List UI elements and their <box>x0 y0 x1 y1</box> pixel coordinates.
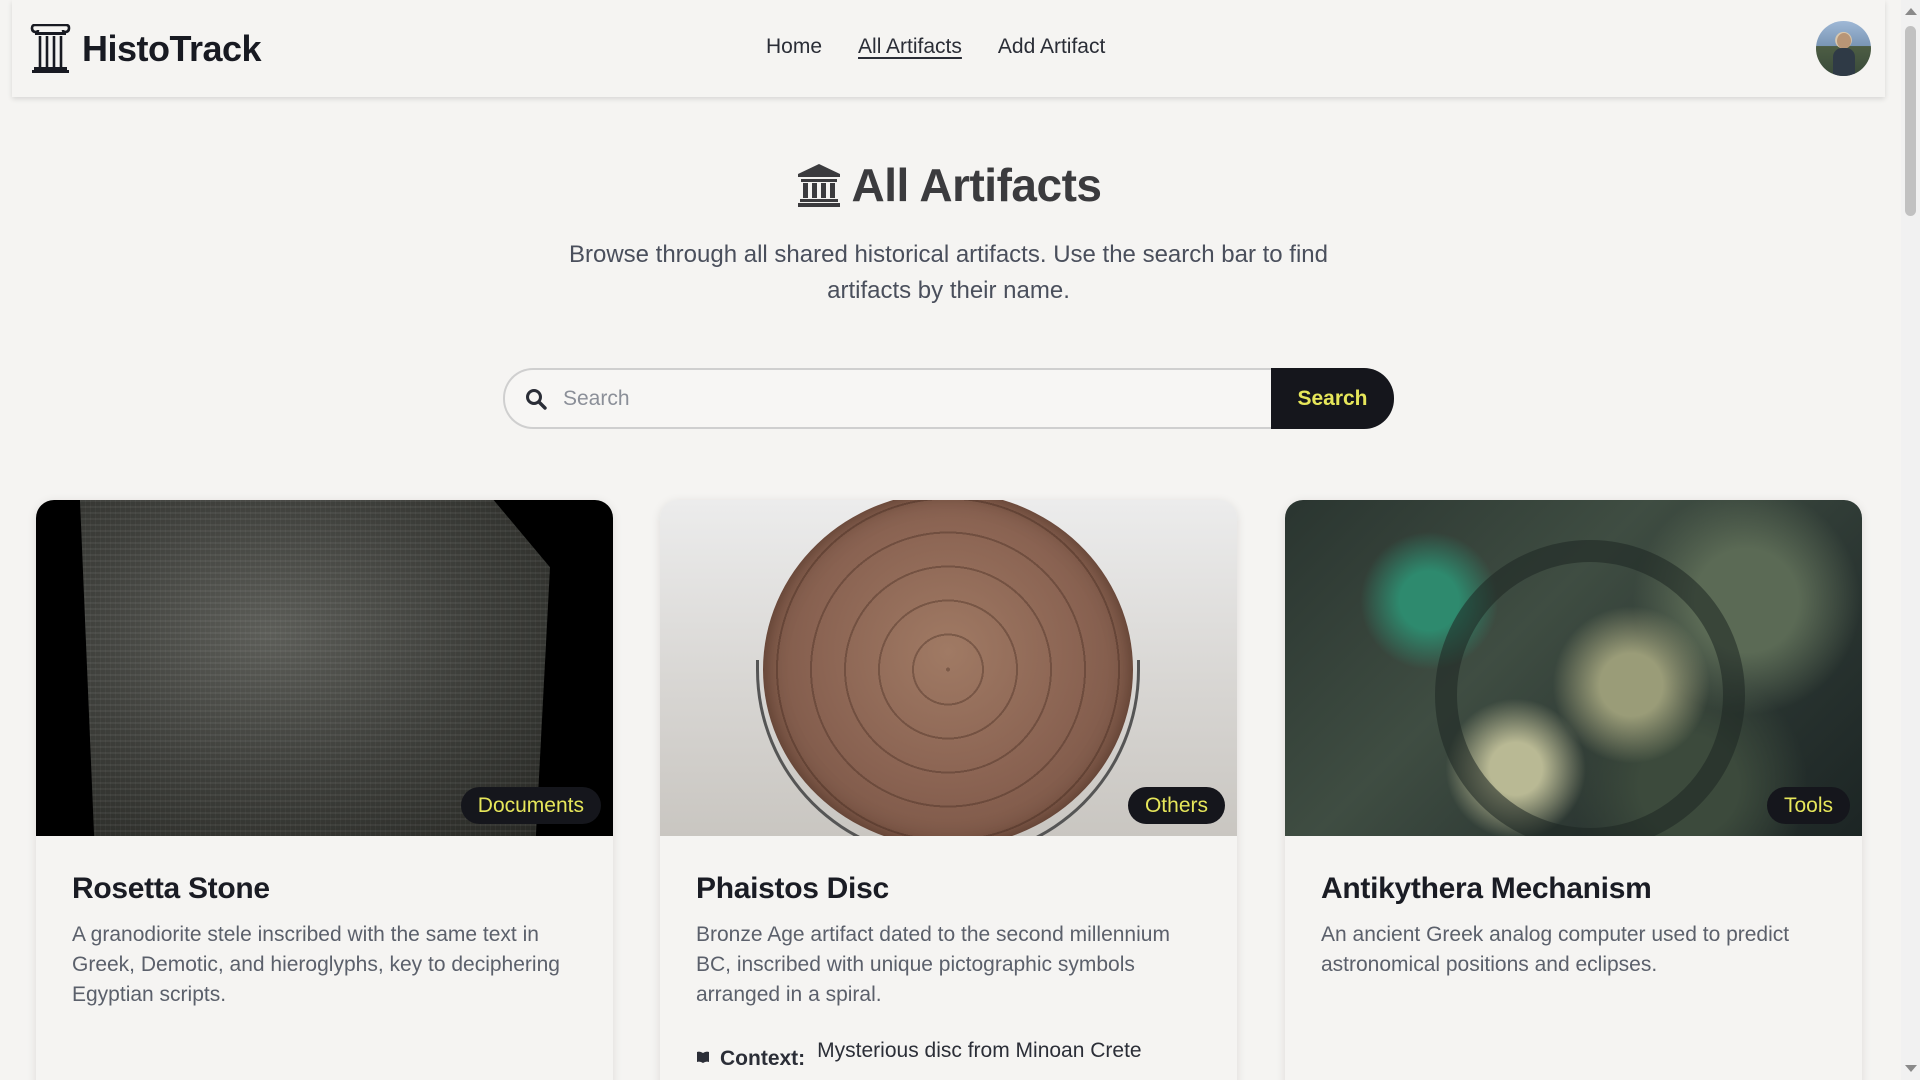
search-button[interactable]: Search <box>1271 368 1394 429</box>
book-icon <box>697 1051 709 1063</box>
artifact-description: An ancient Greek analog computer used to… <box>1321 923 1790 976</box>
category-badge: Documents <box>460 787 601 824</box>
search-input[interactable] <box>563 386 1203 411</box>
context-label: Context: <box>720 1047 806 1070</box>
page-title: All Artifacts <box>851 159 1102 211</box>
page-subtitle: Browse through all shared historical art… <box>568 241 1329 304</box>
pillar-icon <box>30 24 71 73</box>
artifact-image[interactable]: Tools <box>1285 500 1862 836</box>
artifact-title[interactable]: Antikythera Mechanism <box>1321 872 1826 906</box>
brand-logo[interactable]: HistoTrack <box>29 24 262 74</box>
artifact-card[interactable]: Tools Antikythera Mechanism An ancient G… <box>1285 500 1862 1080</box>
artifact-description: Bronze Age artifact dated to the second … <box>696 923 1170 1006</box>
title-row: All Artifacts <box>796 158 1102 212</box>
search-bar: Search <box>503 368 1394 429</box>
nav-all-artifacts[interactable]: All Artifacts <box>858 35 962 59</box>
brand-name: HistoTrack <box>82 28 262 69</box>
navbar: HistoTrack Home All Artifacts Add Artifa… <box>12 0 1885 97</box>
artifact-card[interactable]: Others Phaistos Disc Bronze Age artifact… <box>660 500 1237 1080</box>
artifact-context: Context: Mysterious disc from Minoan Cre… <box>696 1036 1201 1074</box>
scroll-thumb[interactable] <box>1905 26 1916 216</box>
artifact-image[interactable]: Documents <box>36 500 613 836</box>
museum-icon <box>797 164 840 207</box>
nav-home[interactable]: Home <box>766 35 822 59</box>
scroll-down-arrow-icon[interactable] <box>1905 1065 1917 1072</box>
artifact-description: A granodiorite stele inscribed with the … <box>72 923 560 1006</box>
page-header: All Artifacts Browse through all shared … <box>0 158 1897 309</box>
artifact-title[interactable]: Phaistos Disc <box>696 872 1201 906</box>
page-scrollbar[interactable] <box>1901 0 1920 1080</box>
category-badge: Others <box>1127 787 1225 824</box>
card-body: Phaistos Disc Bronze Age artifact dated … <box>660 836 1237 1074</box>
context-text: Mysterious disc from Minoan Crete <box>817 1039 1142 1062</box>
category-badge: Tools <box>1766 787 1850 824</box>
artifact-title[interactable]: Rosetta Stone <box>72 872 577 906</box>
main-nav: Home All Artifacts Add Artifact <box>766 35 1105 59</box>
user-avatar[interactable] <box>1816 21 1871 76</box>
search-icon <box>526 388 547 410</box>
card-body: Antikythera Mechanism An ancient Greek a… <box>1285 836 1862 980</box>
card-body: Rosetta Stone A granodiorite stele inscr… <box>36 836 613 1010</box>
search-field[interactable] <box>503 368 1271 429</box>
scroll-up-arrow-icon[interactable] <box>1905 8 1917 15</box>
nav-add-artifact[interactable]: Add Artifact <box>998 35 1105 59</box>
artifact-image[interactable]: Others <box>660 500 1237 836</box>
artifact-card[interactable]: Documents Rosetta Stone A granodiorite s… <box>36 500 613 1080</box>
